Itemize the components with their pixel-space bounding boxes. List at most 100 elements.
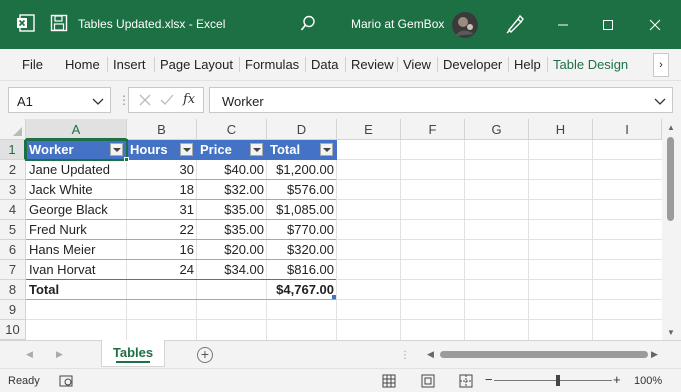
- normal-view-icon[interactable]: [382, 374, 396, 391]
- table-cell[interactable]: Hans Meier: [26, 240, 127, 260]
- total-row-label[interactable]: Total: [26, 280, 127, 300]
- fill-handle[interactable]: [124, 157, 129, 162]
- table-cell[interactable]: $1,085.00: [267, 200, 337, 220]
- scroll-up-icon[interactable]: ▲: [667, 123, 675, 132]
- row-header-9[interactable]: 9: [0, 300, 26, 320]
- table-cell[interactable]: 24: [127, 260, 197, 280]
- table-cell[interactable]: $32.00: [197, 180, 267, 200]
- table-cell[interactable]: $20.00: [197, 240, 267, 260]
- row-header-1[interactable]: 1: [0, 140, 26, 160]
- table-cell[interactable]: 16: [127, 240, 197, 260]
- table-cell[interactable]: Fred Nurk: [26, 220, 127, 240]
- add-sheet-button[interactable]: +: [197, 347, 213, 363]
- tab-developer[interactable]: Developer: [437, 57, 502, 72]
- column-header-e[interactable]: E: [337, 119, 401, 140]
- tab-home[interactable]: Home: [65, 57, 100, 72]
- row-header-4[interactable]: 4: [0, 200, 26, 220]
- tab-view[interactable]: View: [397, 57, 431, 72]
- table-cell[interactable]: $35.00: [197, 200, 267, 220]
- name-box[interactable]: A1: [8, 87, 111, 113]
- row-header-8[interactable]: 8: [0, 280, 26, 300]
- close-button[interactable]: [632, 0, 678, 49]
- column-header-b[interactable]: B: [127, 119, 197, 140]
- page-break-preview-icon[interactable]: [459, 374, 473, 391]
- row-header-5[interactable]: 5: [0, 220, 26, 240]
- select-all-button[interactable]: [0, 119, 26, 140]
- accessibility-check-icon[interactable]: [59, 374, 73, 391]
- coauthoring-pen-icon[interactable]: [505, 14, 525, 37]
- table-cell[interactable]: $1,200.00: [267, 160, 337, 180]
- table-resize-handle[interactable]: [332, 295, 336, 299]
- tab-help[interactable]: Help: [508, 57, 541, 72]
- table-cell[interactable]: Jane Updated: [26, 160, 127, 180]
- table-cell[interactable]: 30: [127, 160, 197, 180]
- horizontal-scroll-thumb[interactable]: [440, 351, 648, 358]
- row-header-10[interactable]: 10: [0, 320, 26, 340]
- formula-input[interactable]: Worker: [209, 87, 673, 113]
- tab-insert[interactable]: Insert: [107, 57, 146, 72]
- column-header-h[interactable]: H: [529, 119, 593, 140]
- tab-split-handle[interactable]: ⋮: [400, 350, 410, 361]
- column-header-f[interactable]: F: [401, 119, 465, 140]
- filter-dropdown-icon[interactable]: [250, 143, 263, 156]
- previous-sheet-icon[interactable]: ◀: [26, 349, 33, 360]
- table-cell[interactable]: Ivan Horvat: [26, 260, 127, 280]
- table-cell[interactable]: $576.00: [267, 180, 337, 200]
- row-header-2[interactable]: 2: [0, 160, 26, 180]
- tab-page-layout[interactable]: Page Layout: [154, 57, 233, 72]
- tab-data[interactable]: Data: [305, 57, 338, 72]
- scroll-down-icon[interactable]: ▼: [667, 328, 675, 337]
- avatar[interactable]: [452, 12, 478, 41]
- expand-formula-bar-icon[interactable]: [654, 95, 666, 109]
- table-cell[interactable]: $34.00: [197, 260, 267, 280]
- column-header-c[interactable]: C: [197, 119, 267, 140]
- table-cell[interactable]: 22: [127, 220, 197, 240]
- cancel-icon[interactable]: [137, 92, 153, 111]
- vertical-scroll-thumb[interactable]: [667, 137, 674, 221]
- table-cell[interactable]: $770.00: [267, 220, 337, 240]
- total-row-value[interactable]: $4,767.00: [267, 280, 337, 300]
- ribbon-scroll-right-button[interactable]: ›: [653, 53, 669, 77]
- column-header-d[interactable]: D: [267, 119, 337, 140]
- row-header-7[interactable]: 7: [0, 260, 26, 280]
- next-sheet-icon[interactable]: ▶: [56, 349, 63, 360]
- search-icon[interactable]: [300, 15, 316, 36]
- table-cell[interactable]: 31: [127, 200, 197, 220]
- zoom-in-button[interactable]: +: [613, 372, 621, 387]
- zoom-slider[interactable]: [494, 380, 612, 381]
- scroll-right-icon[interactable]: ▶: [651, 349, 658, 360]
- column-header-i[interactable]: I: [593, 119, 662, 140]
- tab-table-design[interactable]: Table Design: [547, 57, 628, 72]
- enter-checkmark-icon[interactable]: [159, 92, 175, 111]
- row-header-3[interactable]: 3: [0, 180, 26, 200]
- zoom-slider-handle[interactable]: [556, 375, 560, 386]
- filter-dropdown-icon[interactable]: [180, 143, 193, 156]
- table-cell[interactable]: 18: [127, 180, 197, 200]
- table-cell[interactable]: $40.00: [197, 160, 267, 180]
- maximize-button[interactable]: [585, 0, 631, 49]
- sheet-tab-tables[interactable]: Tables: [101, 340, 165, 367]
- table-cell[interactable]: Jack White: [26, 180, 127, 200]
- filter-dropdown-icon[interactable]: [320, 143, 333, 156]
- table-cell[interactable]: George Black: [26, 200, 127, 220]
- save-icon[interactable]: [50, 13, 68, 36]
- worksheet-grid[interactable]: A B C D E F G H I 1 2 3 4 5 6 7 8 9 10 W…: [0, 119, 662, 340]
- table-cell[interactable]: $35.00: [197, 220, 267, 240]
- zoom-out-button[interactable]: −: [485, 372, 493, 387]
- row-header-6[interactable]: 6: [0, 240, 26, 260]
- tab-review[interactable]: Review: [345, 57, 394, 72]
- tab-file[interactable]: File: [22, 57, 43, 72]
- chevron-down-icon[interactable]: [92, 95, 104, 109]
- minimize-button[interactable]: [540, 0, 586, 49]
- tab-formulas[interactable]: Formulas: [239, 57, 299, 72]
- account-name[interactable]: Mario at GemBox: [351, 17, 444, 31]
- column-header-g[interactable]: G: [465, 119, 529, 140]
- insert-function-icon[interactable]: fx: [183, 92, 195, 107]
- column-header-a[interactable]: A: [26, 119, 127, 140]
- zoom-level[interactable]: 100%: [634, 375, 662, 387]
- table-cell[interactable]: $320.00: [267, 240, 337, 260]
- table-cell[interactable]: $816.00: [267, 260, 337, 280]
- vertical-scrollbar[interactable]: ▲ ▼: [662, 119, 681, 340]
- page-layout-view-icon[interactable]: [421, 374, 435, 391]
- scroll-left-icon[interactable]: ◀: [427, 349, 434, 360]
